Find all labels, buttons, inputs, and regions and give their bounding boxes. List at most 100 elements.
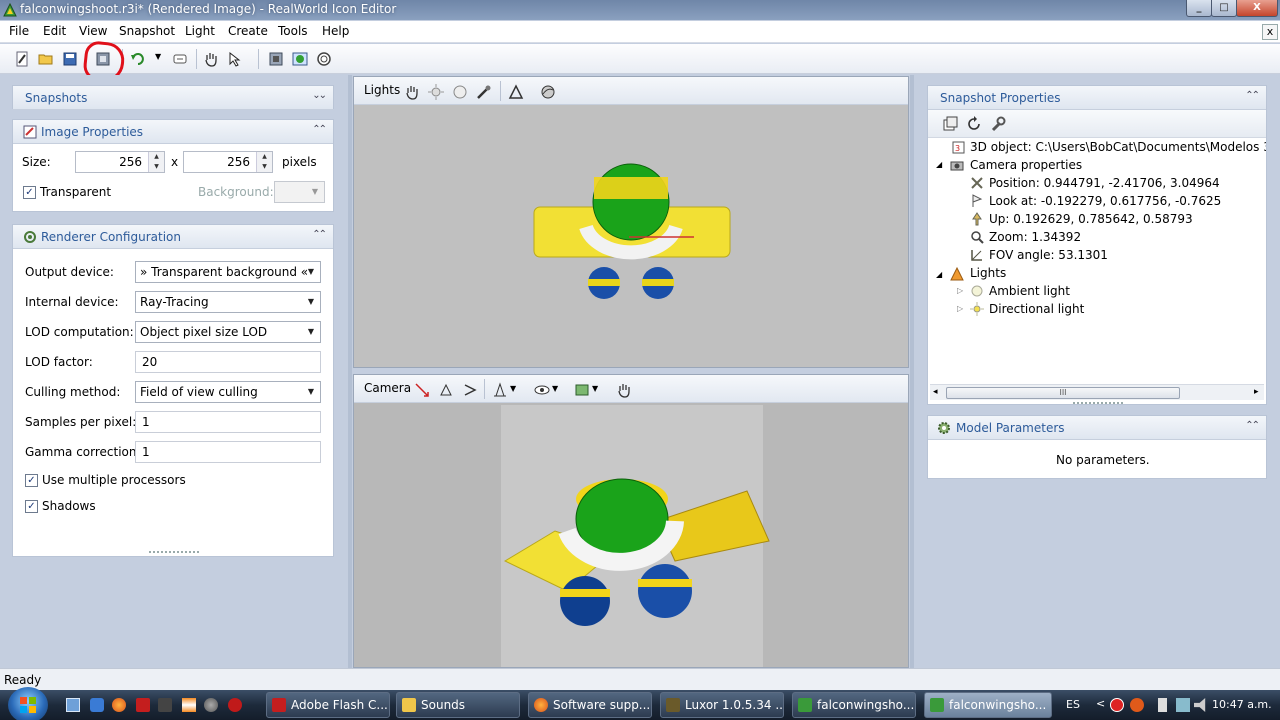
language-indicator[interactable]: ES <box>1066 698 1080 711</box>
hand-pan-icon[interactable] <box>203 51 219 67</box>
expand-chevron-icon[interactable]: ⌄⌄ <box>312 90 327 101</box>
menu-help[interactable]: Help <box>322 24 349 38</box>
height-spinner[interactable]: 256 ▲ ▼ <box>183 151 273 173</box>
menu-create[interactable]: Create <box>228 24 268 38</box>
spinner-arrows-icon[interactable]: ▲ ▼ <box>256 152 272 172</box>
new-icon[interactable] <box>14 51 30 67</box>
output-device-select[interactable]: » Transparent background «▼ <box>135 261 321 283</box>
security-alert-icon[interactable] <box>1110 698 1124 712</box>
shadows-checkbox[interactable]: ✓ <box>25 500 38 513</box>
hand-icon[interactable] <box>404 84 420 100</box>
tree-ambient-light[interactable]: Ambient light <box>989 284 1070 298</box>
eye-dropdown-icon[interactable]: ▼ <box>552 384 558 393</box>
task-falconwingshoot-1[interactable]: falconwingsho... <box>792 692 916 718</box>
tree-expand-icon[interactable]: ▷ <box>957 286 963 295</box>
presets-dropdown-icon[interactable]: ▼ <box>592 384 598 393</box>
collapse-chevron-icon[interactable]: ⌃⌃ <box>312 124 327 135</box>
collapse-chevron-icon[interactable]: ⌃⌃ <box>1245 420 1260 431</box>
maximize-button[interactable]: □ <box>1211 0 1237 17</box>
clock[interactable]: 10:47 a.m. <box>1212 698 1272 711</box>
transparent-checkbox[interactable]: ✓ <box>23 186 36 199</box>
lod-computation-select[interactable]: Object pixel size LOD ▼ <box>135 321 321 343</box>
task-falconwingshoot-active[interactable]: falconwingsho... <box>924 692 1052 718</box>
camera-hand-icon[interactable] <box>616 382 632 398</box>
save-icon[interactable] <box>62 51 78 67</box>
tree-zoom[interactable]: Zoom: 1.34392 <box>989 230 1081 244</box>
model-parameters-header[interactable]: Model Parameters ⌃⌃ <box>928 416 1266 440</box>
show-desktop-icon[interactable] <box>66 698 80 712</box>
volume-icon[interactable] <box>1194 698 1206 712</box>
close-window-button[interactable]: X <box>1236 0 1278 17</box>
dropdown-arrow-icon[interactable]: ▼ <box>303 293 319 311</box>
camera-presets-icon[interactable] <box>574 382 590 398</box>
title-bar[interactable]: falconwingshoot.r3i* (Rendered Image) - … <box>0 0 1280 20</box>
wrench-icon[interactable] <box>990 116 1006 132</box>
render-scene-icon[interactable] <box>292 51 308 67</box>
refresh-icon[interactable] <box>966 116 982 132</box>
gamma-input[interactable]: 1 <box>135 441 321 463</box>
snapshots-header[interactable]: Snapshots ⌄⌄ <box>13 86 333 110</box>
collapse-chevron-icon[interactable]: ⌃⌃ <box>1245 90 1260 101</box>
tree-look-at[interactable]: Look at: -0.192279, 0.617756, -0.7625 <box>989 194 1221 208</box>
perspective-dropdown-icon[interactable]: ▼ <box>510 384 516 393</box>
media-icon[interactable] <box>204 698 218 712</box>
perspective-icon[interactable] <box>492 382 508 398</box>
samples-input[interactable]: 1 <box>135 411 321 433</box>
undo-icon[interactable] <box>130 51 146 67</box>
tree-fov[interactable]: FOV angle: 53.1301 <box>989 248 1108 262</box>
scroll-left-icon[interactable]: ◂ <box>933 387 938 397</box>
select-tool-icon[interactable] <box>227 51 243 67</box>
task-luxor[interactable]: Luxor 1.0.5.34 ... <box>660 692 784 718</box>
dropdown-arrow-icon[interactable]: ▼ <box>303 383 319 401</box>
battery-icon[interactable] <box>1158 698 1167 712</box>
lights-viewport[interactable]: Lights <box>353 76 909 368</box>
dropdown-arrow-icon[interactable]: ▼ <box>303 263 319 281</box>
record-icon[interactable] <box>228 698 242 712</box>
menu-tools[interactable]: Tools <box>278 24 308 38</box>
camera-tilt-icon[interactable] <box>462 382 478 398</box>
firefox-icon[interactable] <box>112 698 126 712</box>
network-icon[interactable] <box>1176 698 1190 712</box>
camera-viewport[interactable]: Camera ▼ ▼ ▼ <box>353 374 909 668</box>
camera-move-icon[interactable] <box>414 382 430 398</box>
horizontal-scrollbar[interactable]: ◂ III ▸ <box>930 384 1264 400</box>
internal-device-select[interactable]: Ray-Tracing ▼ <box>135 291 321 313</box>
task-sounds[interactable]: Sounds <box>396 692 520 718</box>
resize-grip[interactable] <box>1073 402 1123 404</box>
menu-edit[interactable]: Edit <box>43 24 66 38</box>
spinner-arrows-icon[interactable]: ▲ ▼ <box>148 152 164 172</box>
dropdown-arrow-icon[interactable]: ▼ <box>303 323 319 341</box>
minimize-button[interactable]: _ <box>1186 0 1212 17</box>
resize-grip[interactable] <box>149 551 199 554</box>
redo-icon[interactable] <box>172 51 188 67</box>
menu-light[interactable]: Light <box>185 24 215 38</box>
width-spinner[interactable]: 256 ▲ ▼ <box>75 151 165 173</box>
image-properties-header[interactable]: Image Properties ⌃⌃ <box>13 120 333 144</box>
menu-snapshot[interactable]: Snapshot <box>119 24 175 38</box>
view-frame-icon[interactable] <box>268 51 284 67</box>
renderer-header[interactable]: Renderer Configuration ⌃⌃ <box>13 225 333 249</box>
collapse-chevron-icon[interactable]: ⌃⌃ <box>312 229 327 240</box>
menu-view[interactable]: View <box>79 24 107 38</box>
scroll-right-icon[interactable]: ▸ <box>1254 387 1259 397</box>
tree-3d-object[interactable]: 3D object: C:\Users\BobCat\Documents\Mod… <box>970 140 1266 154</box>
flash-icon[interactable] <box>136 698 150 712</box>
lod-factor-input[interactable]: 20 <box>135 351 321 373</box>
scroll-thumb[interactable]: III <box>946 387 1180 399</box>
tree-lights[interactable]: Lights <box>970 266 1006 280</box>
wand-icon[interactable] <box>476 84 492 100</box>
open-folder-icon[interactable] <box>38 51 54 67</box>
left-splitter[interactable] <box>348 75 352 668</box>
sphere-view-icon[interactable] <box>540 84 556 100</box>
tree-camera-properties[interactable]: Camera properties <box>970 158 1082 172</box>
menu-file[interactable]: File <box>9 24 29 38</box>
right-splitter[interactable] <box>910 75 914 668</box>
tree-up[interactable]: Up: 0.192629, 0.785642, 0.58793 <box>989 212 1193 226</box>
start-button[interactable] <box>8 687 48 720</box>
target-icon[interactable] <box>316 51 332 67</box>
tree-collapse-icon[interactable]: ◢ <box>936 160 942 169</box>
tray-app-icon[interactable] <box>1130 698 1144 712</box>
game-icon[interactable] <box>158 698 172 712</box>
multiple-processors-checkbox[interactable]: ✓ <box>25 474 38 487</box>
tree-position[interactable]: Position: 0.944791, -2.41706, 3.04964 <box>989 176 1220 190</box>
